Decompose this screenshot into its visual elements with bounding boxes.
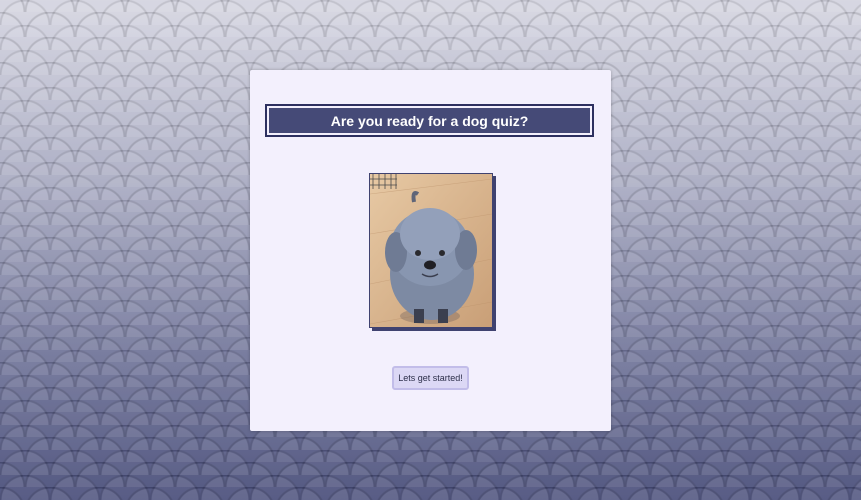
quiz-title: Are you ready for a dog quiz? [265, 104, 594, 137]
start-quiz-button[interactable]: Lets get started! [392, 366, 469, 390]
dog-photo [369, 173, 493, 328]
quiz-card: Are you ready for a dog quiz? Lets get s… [250, 70, 611, 431]
